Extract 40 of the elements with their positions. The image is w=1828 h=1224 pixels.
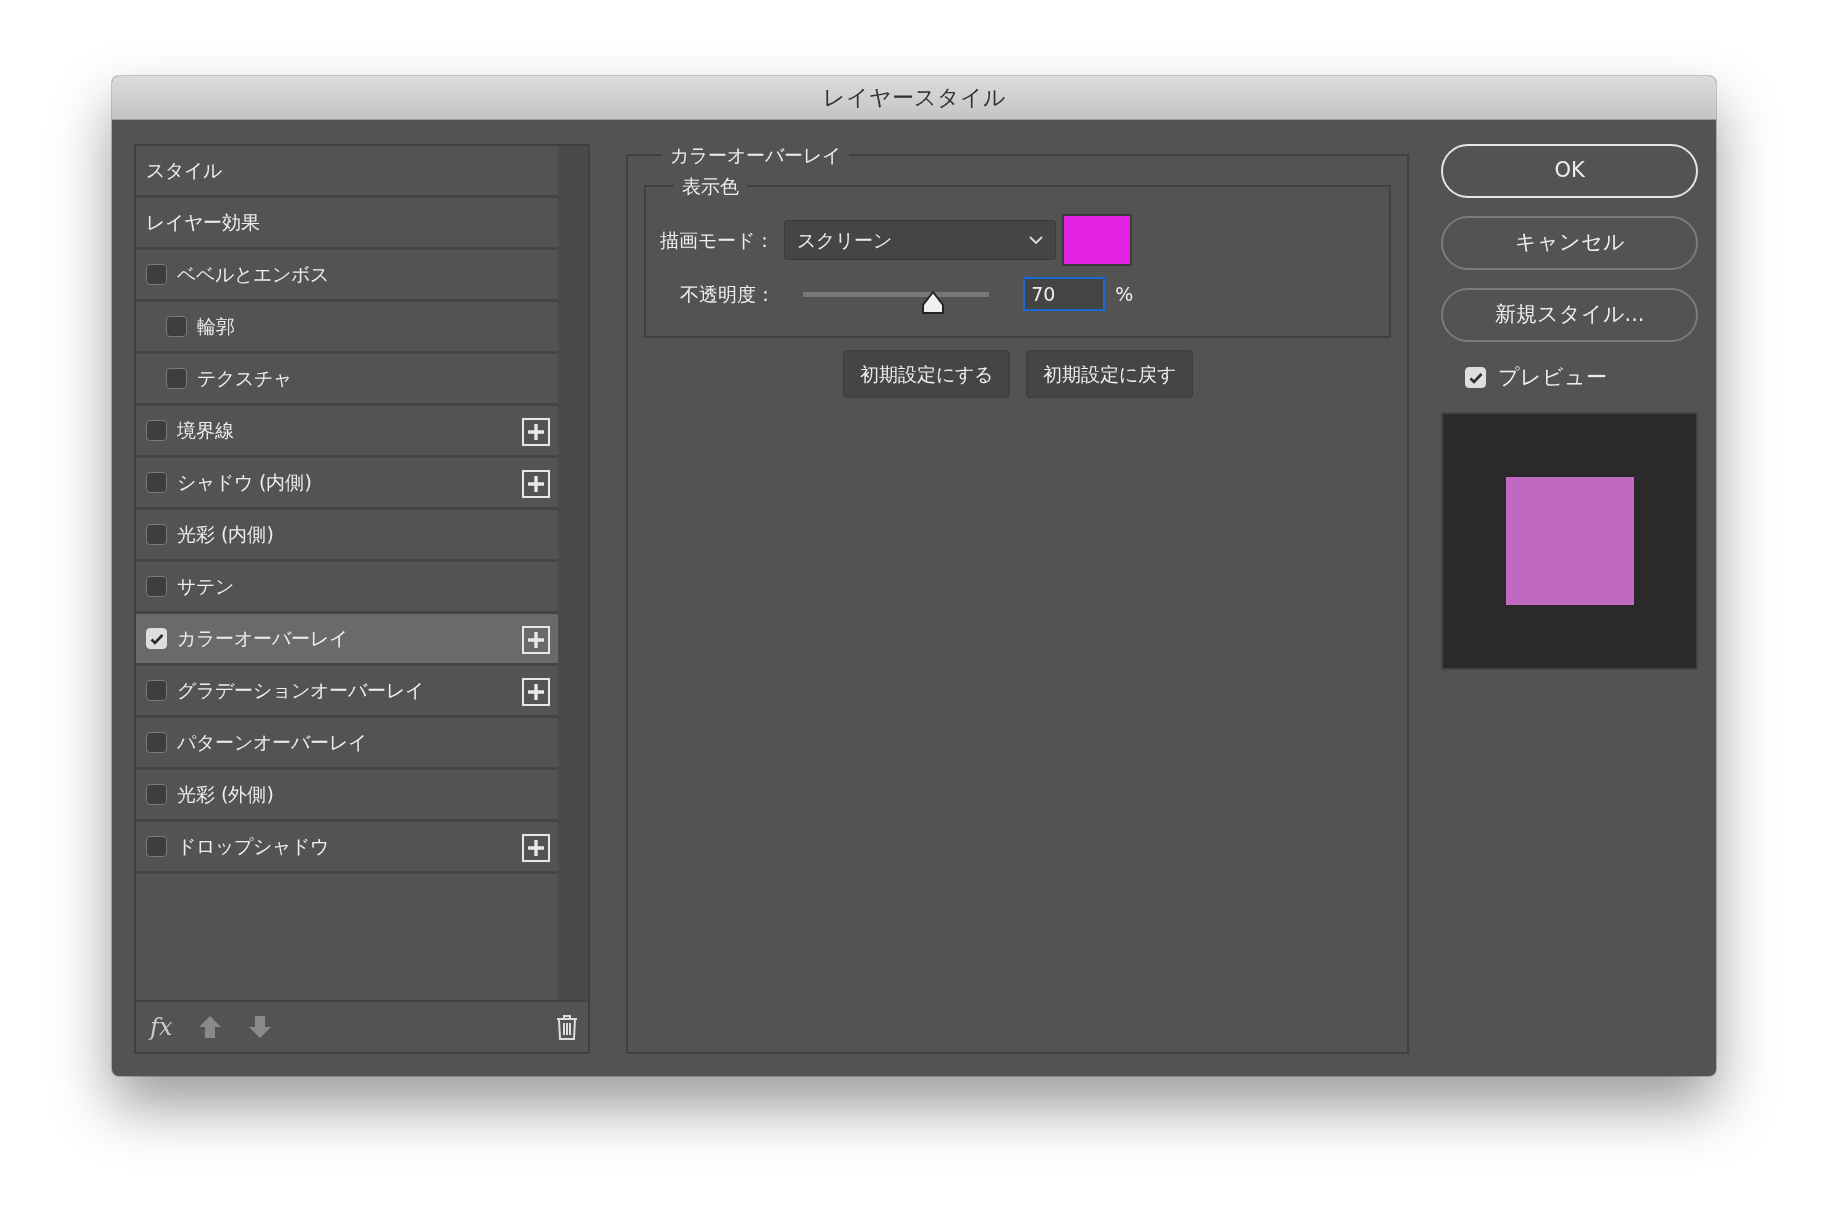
- dialog-button[interactable]: OK: [1441, 144, 1698, 198]
- reset-button[interactable]: 初期設定にする: [842, 350, 1010, 398]
- slider-thumb[interactable]: [921, 289, 946, 316]
- up-arrow-icon[interactable]: [198, 1015, 223, 1039]
- add-icon[interactable]: [522, 832, 551, 861]
- field-label: 描画モード：: [660, 227, 775, 253]
- blend-mode-dropdown[interactable]: スクリーン: [784, 220, 1057, 260]
- field-label: 不透明度：: [680, 281, 776, 307]
- checkbox[interactable]: [146, 264, 167, 285]
- opacity-input[interactable]: 70: [1023, 277, 1106, 311]
- window-title: レイヤースタイル: [822, 84, 1006, 112]
- add-icon[interactable]: [522, 624, 551, 653]
- reset-button[interactable]: 初期設定に戻す: [1025, 350, 1193, 398]
- checkbox[interactable]: [146, 524, 167, 545]
- trash-icon[interactable]: [556, 1014, 579, 1040]
- color-swatch[interactable]: [1062, 214, 1133, 266]
- checkbox[interactable]: [146, 472, 167, 493]
- checkbox[interactable]: [146, 836, 167, 857]
- checkbox[interactable]: [166, 316, 187, 337]
- checkbox[interactable]: [146, 420, 167, 441]
- checkbox[interactable]: [146, 732, 167, 753]
- down-arrow-icon[interactable]: [248, 1015, 273, 1039]
- unit-label: %: [1115, 281, 1134, 307]
- add-icon[interactable]: [522, 468, 551, 497]
- checkbox[interactable]: [166, 368, 187, 389]
- dialog-button[interactable]: キャンセル: [1441, 216, 1698, 270]
- effect-row[interactable]: カラーオーバーレイ: [136, 614, 559, 666]
- group-title: 表示色: [674, 174, 748, 198]
- checkbox[interactable]: [146, 680, 167, 701]
- add-icon[interactable]: [522, 676, 551, 705]
- check-icon: [1468, 371, 1483, 384]
- add-icon[interactable]: [522, 416, 551, 445]
- check-icon: [149, 632, 164, 645]
- chevron-icon: [1029, 235, 1044, 245]
- checkbox[interactable]: [146, 784, 167, 805]
- checkbox-label: プレビュー: [1498, 364, 1608, 391]
- preview-checkbox[interactable]: [1465, 367, 1487, 389]
- fx-button[interactable]: fx: [150, 1009, 173, 1045]
- checkbox[interactable]: [146, 576, 167, 597]
- dialog-button[interactable]: 新規スタイル...: [1441, 288, 1698, 342]
